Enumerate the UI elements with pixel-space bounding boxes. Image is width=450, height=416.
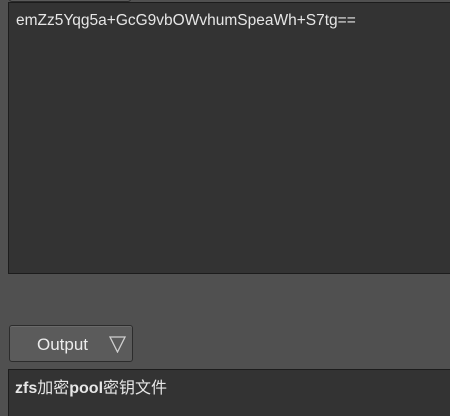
output-selector[interactable]: Output: [9, 325, 133, 362]
converter-panel: emZz5Yqg5a+GcG9vbOWvhumSpeaWh+S7tg== Out…: [0, 0, 450, 416]
output-textarea[interactable]: zfs加密pool密钥文件: [8, 369, 450, 416]
input-text: emZz5Yqg5a+GcG9vbOWvhumSpeaWh+S7tg==: [16, 12, 356, 29]
output-selector-label: Output: [37, 335, 89, 354]
output-text-part: 加密: [37, 378, 70, 397]
output-text-part: pool: [69, 380, 104, 397]
chevron-down-icon: [109, 336, 126, 353]
input-textarea[interactable]: emZz5Yqg5a+GcG9vbOWvhumSpeaWh+S7tg==: [8, 2, 450, 274]
output-text-part: zfs: [15, 380, 38, 397]
output-text-part: 密钥文件: [103, 378, 168, 397]
